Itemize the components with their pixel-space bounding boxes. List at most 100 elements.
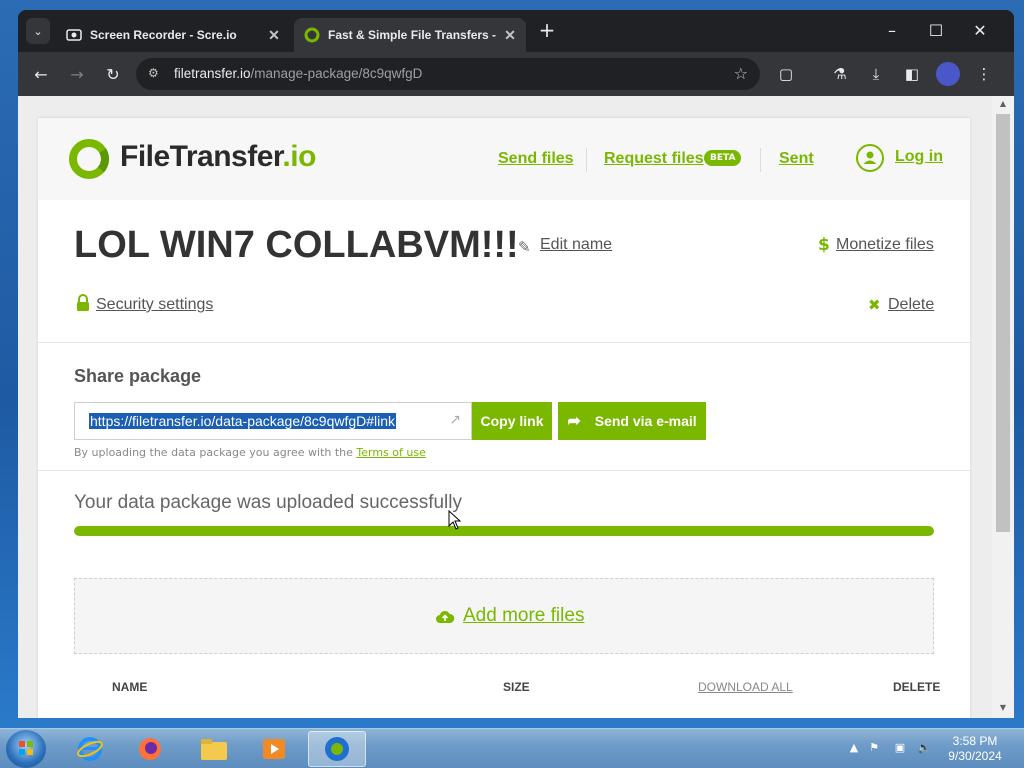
windows-logo-icon xyxy=(19,741,33,755)
nav-send-files[interactable]: Send files xyxy=(498,150,574,168)
nav-request-files[interactable]: Request files xyxy=(604,150,704,168)
page-viewport: FileTransfer.io Send files Request files… xyxy=(18,96,992,718)
user-glyph xyxy=(863,151,877,164)
firefox-icon[interactable] xyxy=(124,731,176,767)
upload-status-text: Your data package was uploaded successfu… xyxy=(74,492,462,513)
section-divider xyxy=(38,342,970,343)
scroll-up-icon[interactable]: ▲ xyxy=(997,99,1009,111)
clock-date: 9/30/2024 xyxy=(948,749,1002,763)
network-icon[interactable]: ▣ xyxy=(892,741,908,757)
url-path: /manage-package/8c9qwfgD xyxy=(250,66,423,81)
action-center-flag-icon[interactable]: ⚑ xyxy=(866,741,882,757)
close-icon: ✖ xyxy=(868,296,881,314)
scroll-down-icon[interactable]: ▼ xyxy=(997,703,1009,715)
logo-main-text: FileTransfer xyxy=(120,140,283,173)
show-hidden-icons[interactable]: ▲ xyxy=(846,741,862,757)
filetransfer-favicon-icon xyxy=(304,27,320,43)
edit-name-link[interactable]: Edit name xyxy=(540,236,612,254)
add-files-dropzone[interactable]: Add more files xyxy=(74,578,934,654)
user-icon[interactable] xyxy=(856,144,884,172)
share-package-heading: Share package xyxy=(74,366,202,386)
chevron-down-icon[interactable]: ⌄ xyxy=(26,18,50,44)
menu-icon[interactable]: ⋮ xyxy=(974,64,994,84)
upload-progress-fill xyxy=(74,526,934,536)
media-player-icon[interactable] xyxy=(248,731,300,767)
maximize-icon[interactable]: ☐ xyxy=(914,18,958,44)
monetize-files-link[interactable]: Monetize files xyxy=(836,236,934,254)
download-icon[interactable]: ⤓ xyxy=(866,64,886,84)
url-text[interactable]: filetransfer.io/manage-package/8c9qwfgD xyxy=(174,66,422,81)
browser-window: ⌄ Screen Recorder - Scre.io ✕ Fast & Sim… xyxy=(18,10,1014,718)
dollar-icon: $ xyxy=(818,235,830,255)
profile-icon[interactable] xyxy=(936,62,960,86)
nav-sent[interactable]: Sent xyxy=(779,150,814,168)
column-header-size[interactable]: SIZE xyxy=(503,680,530,694)
tab-strip: ⌄ Screen Recorder - Scre.io ✕ Fast & Sim… xyxy=(18,10,1014,52)
upload-progress-bar xyxy=(74,526,934,536)
browser-toolbar: ← → ↻ ⚙ filetransfer.io/manage-package/8… xyxy=(18,52,1014,96)
screen-recorder-icon xyxy=(66,29,82,41)
cloud-upload-icon xyxy=(436,610,455,623)
ie-glyph xyxy=(77,737,103,761)
pencil-icon: ✎ xyxy=(518,238,531,256)
close-icon[interactable]: ✕ xyxy=(500,27,520,44)
beta-badge: BETA xyxy=(704,150,742,166)
share-link-text[interactable]: https://filetransfer.io/data-package/8c9… xyxy=(89,413,397,429)
logo-tld-text: .io xyxy=(282,140,316,173)
internet-explorer-icon[interactable] xyxy=(64,731,116,767)
minimize-icon[interactable]: – xyxy=(870,18,914,44)
share-link-field[interactable]: https://filetransfer.io/data-package/8c9… xyxy=(74,402,472,440)
site-info-icon[interactable]: ⚙ xyxy=(148,66,164,82)
sidebar-icon[interactable]: ◧ xyxy=(902,64,922,84)
tab-title: Screen Recorder - Scre.io xyxy=(90,28,237,42)
start-button[interactable] xyxy=(6,730,46,768)
lock-icon xyxy=(77,294,89,311)
chrome-glyph xyxy=(325,737,349,761)
tab-title: Fast & Simple File Transfers - F xyxy=(328,28,500,42)
volume-muted-icon[interactable]: 🔈 xyxy=(916,741,932,757)
send-via-email-button[interactable]: ➦ Send via e-mail xyxy=(558,402,706,440)
reload-icon[interactable]: ↻ xyxy=(102,64,124,86)
extensions-icon[interactable]: ▢ xyxy=(776,64,796,84)
terms-notice: By uploading the data package you agree … xyxy=(74,446,426,459)
nav-divider xyxy=(586,148,587,172)
site-logo[interactable]: FileTransfer.io xyxy=(120,140,316,174)
mouse-cursor-icon xyxy=(448,510,462,530)
scroll-thumb[interactable] xyxy=(996,114,1010,532)
close-icon[interactable]: ✕ xyxy=(264,27,284,44)
file-explorer-icon[interactable] xyxy=(188,731,240,767)
forward-icon[interactable]: → xyxy=(66,64,88,86)
terms-prefix: By uploading the data package you agree … xyxy=(74,446,353,459)
new-tab-button[interactable]: + xyxy=(536,20,558,42)
labs-icon[interactable]: ⚗ xyxy=(830,64,850,84)
nav-login[interactable]: Log in xyxy=(895,148,943,166)
terms-of-use-link[interactable]: Terms of use xyxy=(356,446,425,459)
external-link-icon[interactable]: ↗ xyxy=(449,412,461,428)
delete-package-link[interactable]: Delete xyxy=(888,296,934,314)
package-title: LOL WIN7 COLLABVM!!! xyxy=(74,224,519,266)
folder-glyph xyxy=(201,739,227,760)
filetransfer-logo-icon[interactable] xyxy=(68,138,110,180)
site-header: FileTransfer.io Send files Request files… xyxy=(38,118,970,200)
nav-divider xyxy=(760,148,761,172)
address-bar[interactable]: ⚙ filetransfer.io/manage-package/8c9qwfg… xyxy=(136,58,760,90)
tab-screen-recorder[interactable]: Screen Recorder - Scre.io ✕ xyxy=(56,18,290,52)
clock-time: 3:58 PM xyxy=(952,734,998,748)
column-header-name[interactable]: NAME xyxy=(112,680,147,694)
copy-link-button[interactable]: Copy link xyxy=(472,402,552,440)
add-more-files-link[interactable]: Add more files xyxy=(463,605,584,627)
section-divider xyxy=(38,470,970,471)
window-close-icon[interactable]: ✕ xyxy=(958,18,1002,44)
column-header-delete: DELETE xyxy=(893,680,941,694)
back-icon[interactable]: ← xyxy=(30,64,52,86)
download-all-link[interactable]: DOWNLOAD ALL xyxy=(698,680,793,694)
system-clock[interactable]: 3:58 PM 9/30/2024 xyxy=(940,734,1010,764)
firefox-glyph xyxy=(139,738,161,760)
chrome-taskbar-icon[interactable] xyxy=(308,731,366,767)
security-settings-link[interactable]: Security settings xyxy=(96,296,213,314)
star-icon[interactable]: ☆ xyxy=(734,64,748,83)
tab-filetransfer[interactable]: Fast & Simple File Transfers - F ✕ xyxy=(294,18,526,52)
share-arrow-icon: ➦ xyxy=(567,413,581,430)
page-scrollbar[interactable]: ▲ ▼ xyxy=(992,96,1014,718)
media-player-glyph xyxy=(263,739,285,759)
